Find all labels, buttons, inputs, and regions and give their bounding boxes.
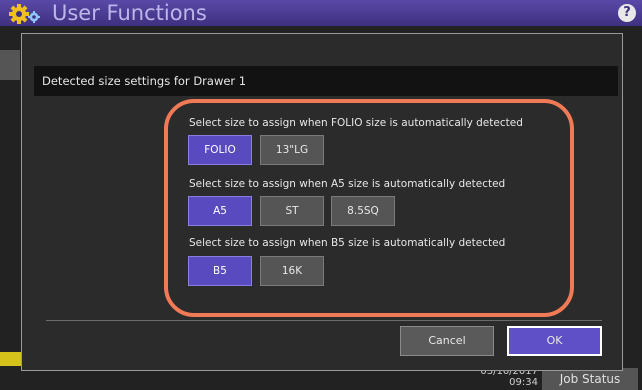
option-85sq[interactable]: 8.5SQ [331,196,395,226]
app-title: User Functions [52,1,207,25]
folio-group-label: Select size to assign when FOLIO size is… [189,117,523,129]
divider [46,320,602,321]
b5-group-label: Select size to assign when B5 size is au… [189,237,506,249]
gear-icon [9,4,40,24]
title-bar: User Functions ? [0,0,642,26]
option-st[interactable]: ST [260,196,324,226]
dialog: Detected size settings for Drawer 1 Sele… [21,33,623,371]
option-13lg[interactable]: 13"LG [260,135,324,165]
a5-group-label: Select size to assign when A5 size is au… [189,178,506,190]
side-tab [0,50,20,80]
option-folio[interactable]: FOLIO [188,135,252,165]
side-indicator [0,352,22,366]
option-a5[interactable]: A5 [188,196,252,226]
option-b5[interactable]: B5 [188,256,252,286]
cancel-button[interactable]: Cancel [400,326,494,356]
help-icon[interactable]: ? [618,4,636,22]
dialog-title: Detected size settings for Drawer 1 [42,74,247,88]
time-text: 09:34 [509,377,538,388]
job-status-button[interactable]: Job Status [542,368,638,390]
dialog-header: Detected size settings for Drawer 1 [34,66,618,96]
option-16k[interactable]: 16K [260,256,324,286]
ok-button[interactable]: OK [507,326,602,356]
